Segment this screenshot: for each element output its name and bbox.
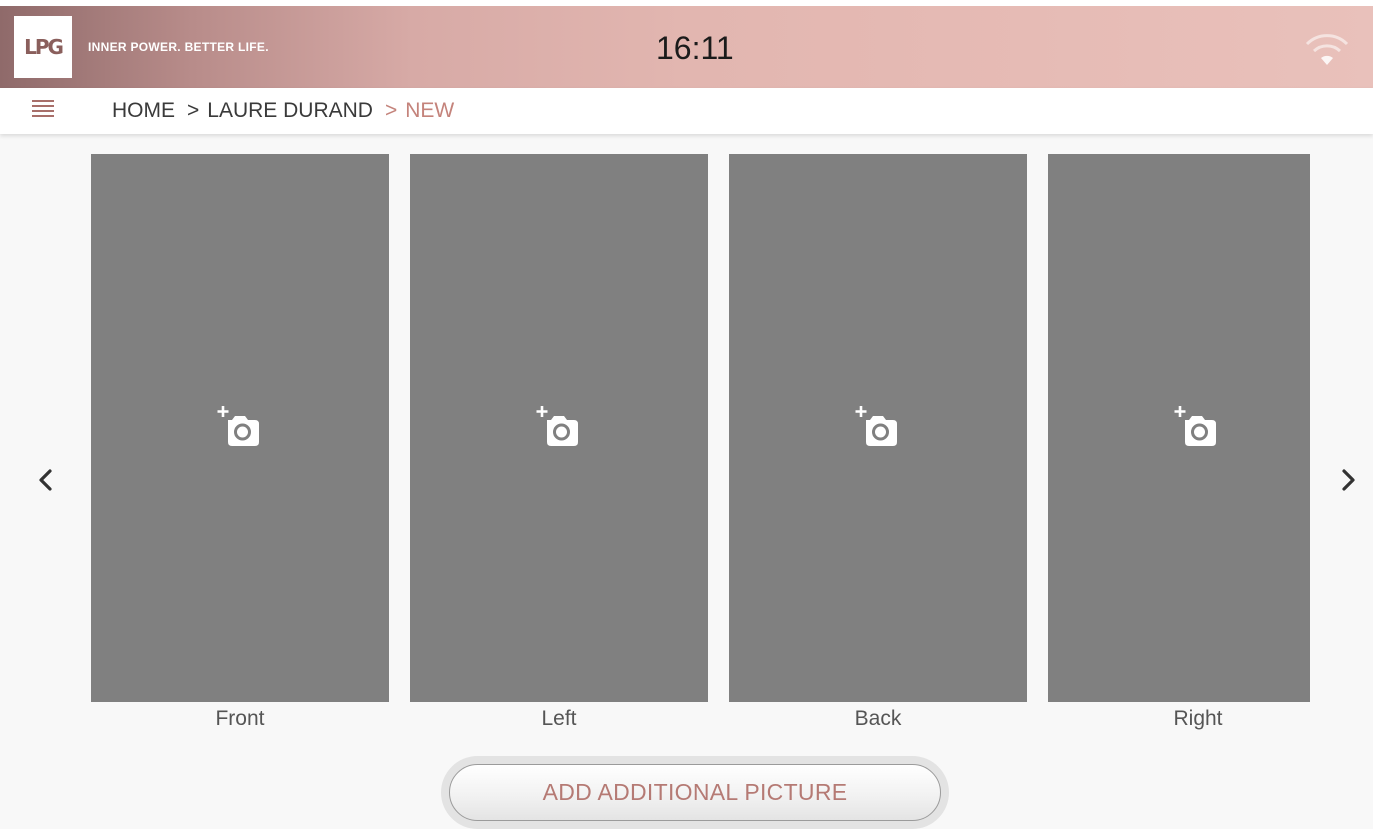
- app-header: LPG INNER POWER. BETTER LIFE. 16:11: [0, 0, 1373, 88]
- wifi-icon: [1305, 34, 1349, 65]
- photo-slot-right[interactable]: [1048, 154, 1310, 702]
- chevron-left-icon[interactable]: [34, 466, 58, 494]
- photo-slot-front[interactable]: [91, 154, 389, 702]
- photo-label-left: Left: [541, 707, 577, 730]
- chevron-right-icon[interactable]: [1336, 466, 1360, 494]
- breadcrumb-home[interactable]: HOME: [112, 99, 175, 122]
- add-photo-icon[interactable]: [536, 406, 582, 446]
- photo-label-right: Right: [1173, 707, 1223, 730]
- breadcrumb-separator: >: [187, 99, 200, 122]
- photo-label-front: Front: [215, 707, 265, 730]
- add-photo-icon[interactable]: [1174, 406, 1220, 446]
- hamburger-menu-icon[interactable]: [32, 100, 56, 120]
- breadcrumb-current: NEW: [405, 99, 455, 122]
- photo-label-back: Back: [854, 707, 902, 730]
- add-photo-icon[interactable]: [855, 406, 901, 446]
- add-additional-picture-button[interactable]: ADD ADDITIONAL PICTURE: [449, 764, 941, 821]
- photo-slot-left[interactable]: [410, 154, 708, 702]
- breadcrumb-bar: HOME > LAURE DURAND > NEW: [0, 88, 1373, 134]
- breadcrumb: HOME > LAURE DURAND > NEW: [112, 99, 454, 123]
- logo-text: LPG: [24, 35, 64, 59]
- lpg-logo: LPG: [14, 16, 72, 78]
- add-photo-icon[interactable]: [217, 406, 263, 446]
- photo-slot-back[interactable]: [729, 154, 1027, 702]
- breadcrumb-separator: >: [384, 99, 398, 122]
- breadcrumb-client[interactable]: LAURE DURAND: [207, 99, 373, 122]
- status-clock: 16:11: [656, 30, 734, 66]
- tagline: INNER POWER. BETTER LIFE.: [88, 40, 269, 54]
